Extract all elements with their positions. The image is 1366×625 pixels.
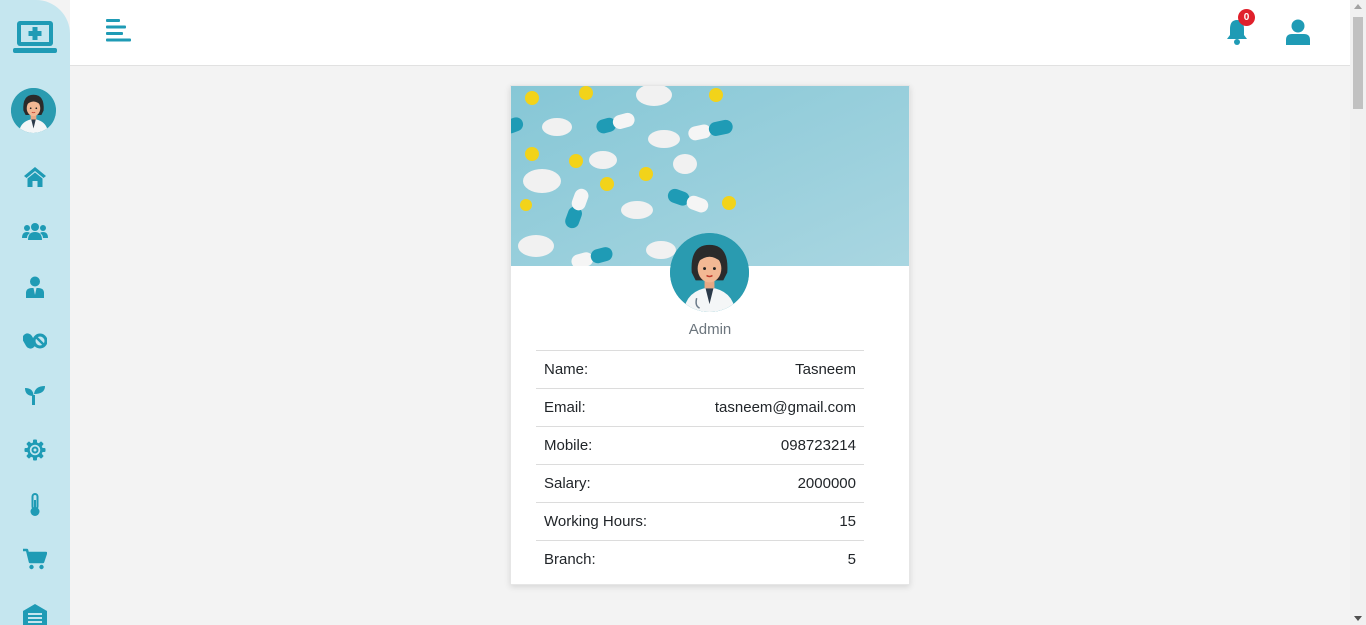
home-icon[interactable] — [0, 166, 70, 188]
field-value: 2000000 — [677, 464, 864, 503]
table-row: Name: Tasneem — [536, 350, 864, 389]
field-label: Salary: — [536, 464, 678, 503]
sidebar — [0, 0, 70, 625]
field-label: Email: — [536, 388, 678, 427]
profile-info-table: Name: Tasneem Email: tasneem@gmail.com M… — [536, 350, 864, 578]
employee-icon[interactable] — [0, 276, 70, 298]
scroll-thumb[interactable] — [1353, 17, 1363, 109]
scroll-down-arrow[interactable] — [1354, 616, 1362, 621]
field-label: Name: — [536, 350, 678, 389]
page-scrollbar[interactable] — [1350, 0, 1366, 625]
thermometer-icon[interactable] — [0, 493, 70, 517]
top-navbar — [70, 0, 1350, 66]
table-row: Working Hours: 15 — [536, 502, 864, 541]
pills-icon[interactable] — [0, 330, 70, 350]
field-value: 5 — [677, 540, 864, 578]
users-icon[interactable] — [0, 221, 70, 241]
field-label: Working Hours: — [536, 502, 678, 541]
seedling-icon[interactable] — [0, 384, 70, 406]
field-value: tasneem@gmail.com — [677, 388, 864, 427]
field-value: 098723214 — [677, 426, 864, 465]
field-value: Tasneem — [677, 350, 864, 389]
field-label: Mobile: — [536, 426, 678, 465]
profile-avatar — [670, 233, 749, 312]
cart-icon[interactable] — [0, 548, 70, 570]
warehouse-icon[interactable] — [0, 603, 70, 625]
field-value: 15 — [677, 502, 864, 541]
table-row: Branch: 5 — [536, 540, 864, 578]
table-row: Mobile: 098723214 — [536, 426, 864, 465]
scroll-up-arrow[interactable] — [1354, 4, 1362, 9]
field-label: Branch: — [536, 540, 678, 578]
profile-role: Admin — [688, 321, 732, 338]
user-avatar[interactable] — [11, 88, 56, 133]
medical-laptop-icon[interactable] — [0, 20, 70, 56]
profile-card: Admin Name: Tasneem Email: tasneem@gmail… — [510, 85, 910, 585]
user-profile-icon[interactable] — [1286, 19, 1310, 50]
notification-badge: 0 — [1238, 9, 1255, 26]
table-row: Email: tasneem@gmail.com — [536, 388, 864, 427]
table-row: Salary: 2000000 — [536, 464, 864, 503]
menu-toggle-icon[interactable] — [106, 19, 132, 48]
gear-icon[interactable] — [0, 439, 70, 461]
